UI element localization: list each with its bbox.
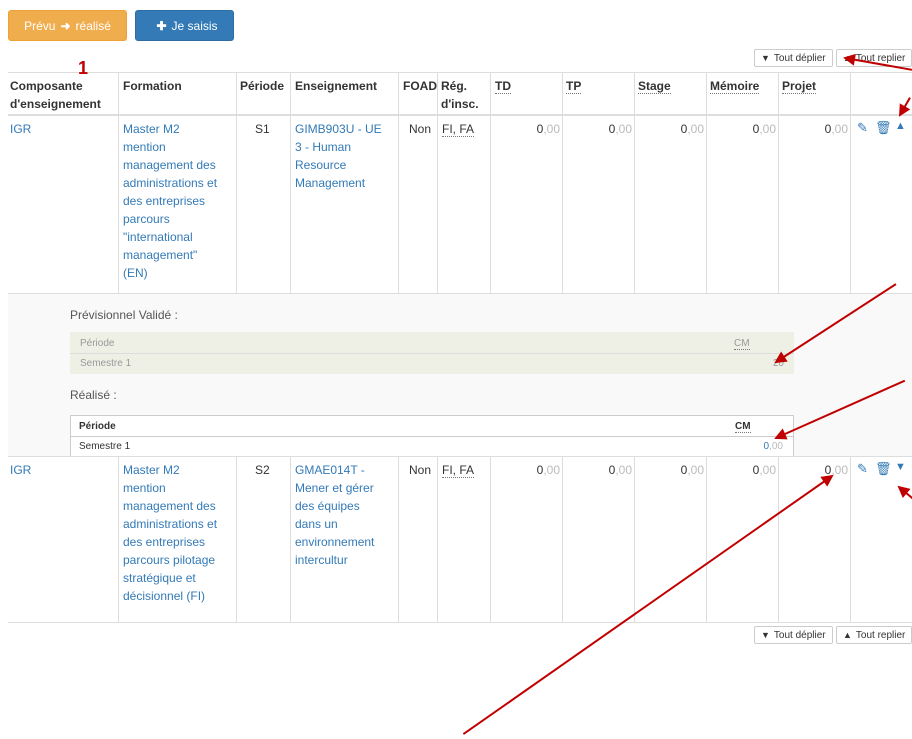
grid-line bbox=[398, 456, 399, 622]
row2-projet: 0,00 bbox=[825, 463, 848, 477]
header-periode[interactable]: Période bbox=[240, 77, 284, 95]
row1-formation[interactable]: Master M2 mention management des adminis… bbox=[123, 120, 235, 282]
header-top-border bbox=[8, 72, 912, 73]
grid-line bbox=[398, 72, 399, 293]
row2-periode: S2 bbox=[255, 463, 270, 477]
header-stage: Stage bbox=[638, 79, 671, 94]
header-reg: Rég. d'insc. bbox=[441, 79, 479, 111]
realise-table: Période CM Semestre 1 0,00 bbox=[70, 415, 794, 457]
header-enseignement[interactable]: Enseignement bbox=[295, 77, 377, 95]
grid-line bbox=[850, 72, 851, 293]
header-composante: Composante d'enseignement bbox=[10, 79, 101, 111]
row2-td: 0,00 bbox=[536, 463, 560, 477]
chevron-down-icon[interactable]: ▼ bbox=[895, 461, 906, 473]
grid-line bbox=[490, 72, 491, 293]
previsionnel-label: Prévisionnel Validé : bbox=[70, 308, 178, 322]
prev-col-cm: CM bbox=[734, 338, 750, 350]
row2-memoire: 0,00 bbox=[752, 463, 776, 477]
collapse-all-label: Tout replier bbox=[855, 629, 906, 641]
grid-line bbox=[236, 456, 237, 622]
row1-reg: FI, FA bbox=[442, 122, 475, 137]
prev-semestre: Semestre 1 bbox=[80, 358, 132, 369]
previsionnel-table: Période CM Semestre 1 20 bbox=[70, 332, 794, 374]
row2-composante[interactable]: IGR bbox=[10, 461, 31, 479]
real-col-periode: Période bbox=[79, 421, 116, 432]
grid-line bbox=[118, 72, 119, 293]
row2-stage: 0,00 bbox=[680, 463, 704, 477]
row1-tp: 0,00 bbox=[608, 122, 632, 136]
pencil-icon[interactable]: ✎ bbox=[857, 461, 868, 477]
grid-line bbox=[290, 456, 291, 622]
prevu-label: Prévu bbox=[24, 18, 56, 33]
grid-line bbox=[778, 72, 779, 293]
real-divider bbox=[71, 436, 793, 437]
header-formation[interactable]: Formation bbox=[123, 77, 182, 95]
realise-label: Réalisé : bbox=[70, 388, 117, 402]
chevron-down-icon: ▼ bbox=[761, 53, 770, 63]
row1-enseignement[interactable]: GIMB903U - UE 3 - Human Resource Managem… bbox=[295, 120, 397, 192]
row2-enseignement[interactable]: GMAE014T - Mener et gérer des équipes da… bbox=[295, 461, 397, 569]
grid-line bbox=[437, 456, 438, 622]
header-projet: Projet bbox=[782, 79, 817, 94]
expand-all-button-bottom[interactable]: ▼ Tout déplier bbox=[754, 626, 833, 644]
prev-divider bbox=[70, 353, 794, 354]
real-col-cm: CM bbox=[735, 421, 751, 433]
trash-icon[interactable]: 🗑 bbox=[875, 120, 892, 136]
je-saisis-button[interactable]: ✚ Je saisis bbox=[135, 10, 234, 41]
row1-composante[interactable]: IGR bbox=[10, 120, 31, 138]
expand-all-button-top[interactable]: ▼ Tout déplier bbox=[754, 49, 833, 67]
annotation-arrow bbox=[898, 486, 912, 508]
grid-line bbox=[850, 456, 851, 622]
row2-reg: FI, FA bbox=[442, 463, 475, 478]
grid-line bbox=[290, 72, 291, 293]
annotation-marker: 1 bbox=[78, 58, 89, 78]
row1-projet: 0,00 bbox=[824, 122, 848, 136]
grid-line bbox=[706, 456, 707, 622]
grid-line bbox=[437, 72, 438, 293]
grid-line bbox=[562, 456, 563, 622]
prevu-realise-button[interactable]: Prévu ➜ réalisé bbox=[8, 10, 127, 41]
chevron-up-icon[interactable]: ▲ bbox=[895, 120, 906, 132]
pencil-icon[interactable]: ✎ bbox=[857, 120, 868, 136]
prev-col-periode: Période bbox=[80, 338, 115, 349]
grid-line bbox=[562, 72, 563, 293]
plus-icon: ✚ bbox=[156, 18, 167, 33]
header-bottom-border bbox=[8, 114, 912, 116]
realise-label: réalisé bbox=[75, 18, 111, 33]
header-memoire: Mémoire bbox=[710, 79, 760, 94]
collapse-all-button-bottom[interactable]: ▲ Tout replier bbox=[836, 626, 912, 644]
row1-periode: S1 bbox=[255, 122, 270, 136]
grid-line bbox=[706, 72, 707, 293]
annotation-arrow bbox=[899, 97, 911, 116]
grid-line bbox=[634, 72, 635, 293]
row1-memoire: 0,00 bbox=[752, 122, 776, 136]
grid-line bbox=[118, 456, 119, 622]
grid-line bbox=[634, 456, 635, 622]
grid-line bbox=[236, 72, 237, 293]
row2-foad: Non bbox=[409, 463, 432, 477]
row1-foad: Non bbox=[409, 122, 432, 136]
row2-tp: 0,00 bbox=[608, 463, 632, 477]
table-bottom-border bbox=[8, 622, 912, 623]
header-td: TD bbox=[495, 79, 511, 94]
chevron-down-icon: ▼ bbox=[761, 630, 770, 640]
grid-line bbox=[778, 456, 779, 622]
header-tp: TP bbox=[566, 79, 582, 94]
row1-td: 0,00 bbox=[536, 122, 560, 136]
arrow-right-icon: ➜ bbox=[60, 18, 71, 33]
chevron-up-icon: ▲ bbox=[843, 630, 852, 640]
expand-all-label: Tout déplier bbox=[773, 629, 826, 641]
trash-icon[interactable]: 🗑 bbox=[875, 461, 892, 477]
row-separator bbox=[8, 456, 912, 457]
real-semestre: Semestre 1 bbox=[79, 441, 131, 452]
grid-line bbox=[490, 456, 491, 622]
header-foad[interactable]: FOAD bbox=[403, 77, 437, 95]
row2-formation[interactable]: Master M2 mention management des adminis… bbox=[123, 461, 235, 605]
je-saisis-label: Je saisis bbox=[171, 18, 218, 33]
expand-all-label: Tout déplier bbox=[773, 52, 826, 64]
row1-stage: 0,00 bbox=[680, 122, 704, 136]
